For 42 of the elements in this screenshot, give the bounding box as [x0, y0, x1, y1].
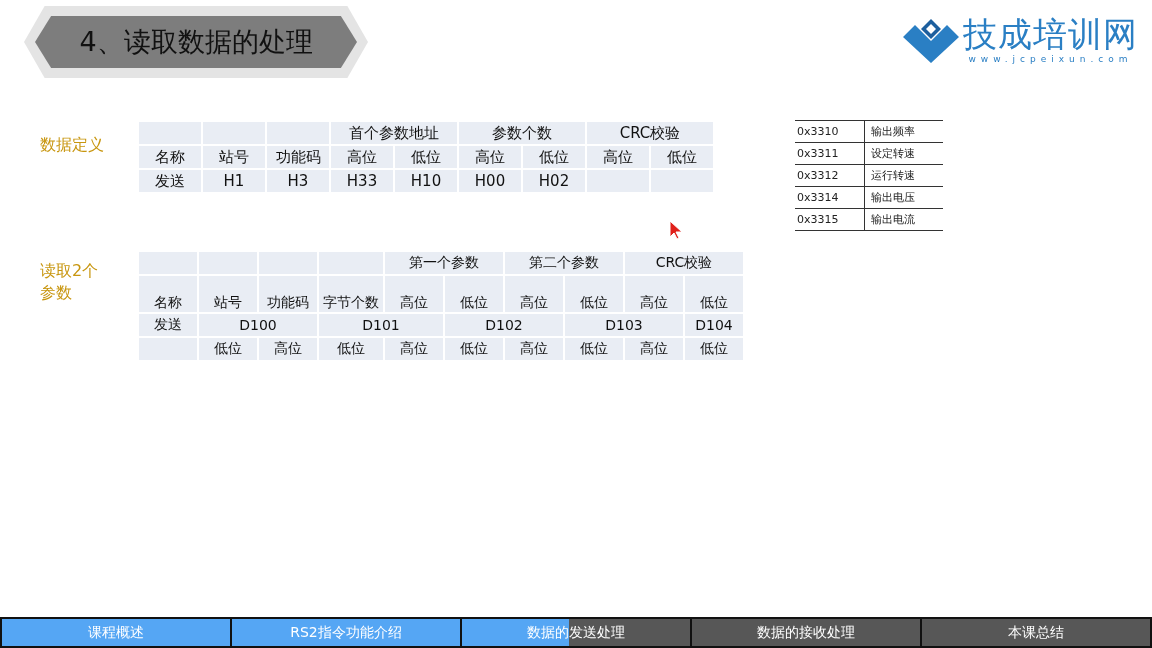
cursor-icon [669, 220, 683, 240]
table-cell: 参数个数 [458, 121, 586, 145]
table-cell: D100 [198, 313, 318, 337]
table-cell: 名称 [138, 145, 202, 169]
table-cell: D101 [318, 313, 444, 337]
nav-tab[interactable]: 数据的接收处理 [692, 619, 920, 646]
table-cell: 设定转速 [864, 142, 943, 165]
nav-tab[interactable]: 数据的发送处理 [462, 619, 690, 646]
table-cell: 输出电流 [864, 208, 943, 231]
table-cell: 发送 [138, 313, 198, 337]
table-cell: 输出电压 [864, 186, 943, 209]
section-label: 数据定义 [40, 134, 105, 156]
table-cell: 功能码 [258, 275, 318, 313]
table-cell: 低位 [444, 275, 504, 313]
table-cell: 低位 [564, 275, 624, 313]
table-cell: 0x3310 [795, 120, 865, 143]
nav-tab[interactable]: 本课总结 [922, 619, 1150, 646]
table-cell: 0x3315 [795, 208, 865, 231]
slide-title: 4、读取数据的处理 [79, 25, 313, 59]
table-cell: 0x3314 [795, 186, 865, 209]
logo-name: 技成培训网 [963, 14, 1138, 54]
table-cell: 高位 [384, 275, 444, 313]
table-cell: 高位 [624, 275, 684, 313]
table-cell: 低位 [684, 275, 744, 313]
table-cell: 0x3312 [795, 164, 865, 187]
table-cell: 高位 [504, 275, 564, 313]
table-cell: D103 [564, 313, 684, 337]
table-cell: CRC校验 [586, 121, 714, 145]
table-cell: 输出频率 [864, 120, 943, 143]
table-cell: D102 [444, 313, 564, 337]
table-cell: 第二个参数 [504, 251, 624, 275]
table-cell: 运行转速 [864, 164, 943, 187]
logo-url: www.jcpeixun.com [968, 54, 1133, 64]
table-cell: 字节个数 [318, 275, 384, 313]
table-cell: 名称 [138, 275, 198, 313]
table-cell: 站号 [198, 275, 258, 313]
table-cell: 发送 [138, 169, 202, 193]
table-cell: CRC校验 [624, 251, 744, 275]
table-cell: 首个参数地址 [330, 121, 458, 145]
section-label: 读取2个参数 [40, 260, 100, 304]
table-cell: 0x3311 [795, 142, 865, 165]
table-cell: 第一个参数 [384, 251, 504, 275]
